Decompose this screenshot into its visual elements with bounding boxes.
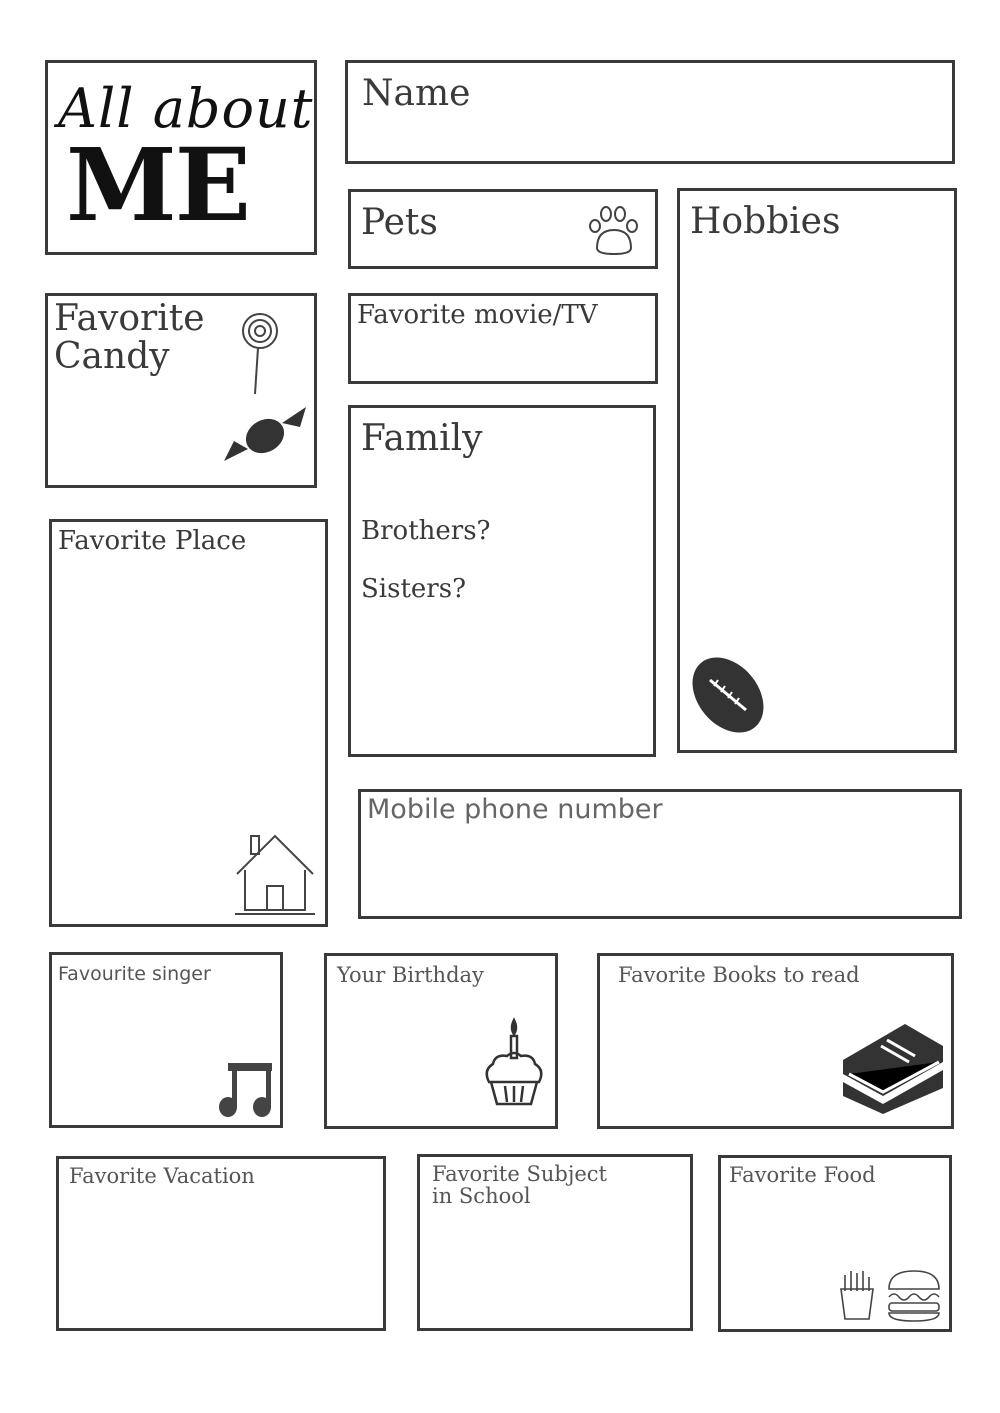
title-me: ME xyxy=(66,126,251,244)
food-label: Favorite Food xyxy=(729,1163,876,1187)
vacation-label: Favorite Vacation xyxy=(69,1164,255,1188)
pets-field[interactable]: Pets xyxy=(348,189,658,269)
name-label: Name xyxy=(362,73,471,114)
paw-icon xyxy=(589,206,638,256)
vacation-field[interactable]: Favorite Vacation xyxy=(56,1156,386,1331)
singer-label: Favourite singer xyxy=(58,963,211,985)
food-field[interactable]: Favorite Food xyxy=(718,1155,952,1332)
brothers-label: Brothers? xyxy=(361,516,491,546)
books-label: Favorite Books to read xyxy=(618,963,860,987)
name-field[interactable]: Name xyxy=(345,60,955,164)
candy-icon xyxy=(224,407,306,461)
music-note-icon xyxy=(219,1063,272,1117)
hobbies-field[interactable]: Hobbies xyxy=(677,188,957,753)
birthday-label: Your Birthday xyxy=(337,963,484,987)
phone-label: Mobile phone number xyxy=(367,794,663,825)
birthday-field[interactable]: Your Birthday xyxy=(324,953,558,1129)
pets-label: Pets xyxy=(361,202,438,243)
burger-icon xyxy=(888,1270,940,1322)
place-label: Favorite Place xyxy=(58,526,247,556)
house-icon xyxy=(235,834,315,915)
football-icon xyxy=(692,657,764,733)
books-icon xyxy=(843,1024,943,1114)
place-field[interactable]: Favorite Place xyxy=(49,519,328,927)
books-field[interactable]: Favorite Books to read xyxy=(597,953,954,1129)
family-field[interactable]: Family Brothers? Sisters? xyxy=(348,405,656,757)
cupcake-icon xyxy=(485,1017,543,1106)
movie-field[interactable]: Favorite movie/TV xyxy=(348,293,658,384)
candy-field[interactable]: Favorite Candy xyxy=(45,293,317,488)
family-label: Family xyxy=(361,418,483,459)
singer-field[interactable]: Favourite singer xyxy=(49,952,283,1128)
movie-label: Favorite movie/TV xyxy=(357,300,598,330)
sisters-label: Sisters? xyxy=(361,574,467,604)
subject-label: Favorite Subject in School xyxy=(432,1162,607,1209)
hobbies-label: Hobbies xyxy=(690,201,841,242)
phone-field[interactable]: Mobile phone number xyxy=(358,789,962,919)
candy-label: Favorite Candy xyxy=(54,298,205,377)
lollipop-icon xyxy=(242,313,278,395)
subject-field[interactable]: Favorite Subject in School xyxy=(417,1154,693,1331)
fries-icon xyxy=(840,1271,874,1320)
title-box: All about ME xyxy=(45,60,317,255)
